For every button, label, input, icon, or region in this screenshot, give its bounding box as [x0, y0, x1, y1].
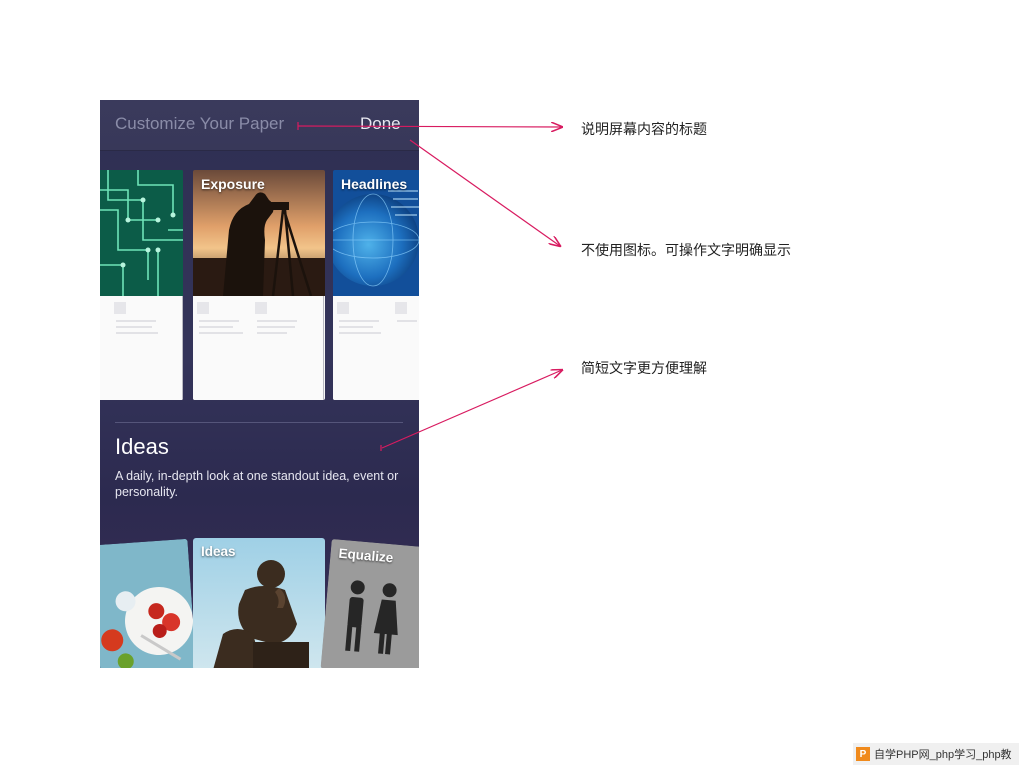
- php-logo-icon: P: [856, 747, 870, 761]
- watermark-text: 自学PHP网_php学习_php教: [874, 749, 1012, 761]
- arrow-title: [297, 126, 562, 127]
- watermark: P 自学PHP网_php学习_php教: [853, 743, 1019, 765]
- arrow-description: [381, 370, 562, 449]
- annotation-arrows: [297, 122, 1024, 451]
- annotation-description: 简短文字更方便理解: [581, 361, 707, 377]
- annotation-done: 不使用图标。可操作文字明确显示: [581, 243, 791, 259]
- annotation-title: 说明屏幕内容的标题: [581, 122, 707, 138]
- arrow-done: [409, 139, 560, 246]
